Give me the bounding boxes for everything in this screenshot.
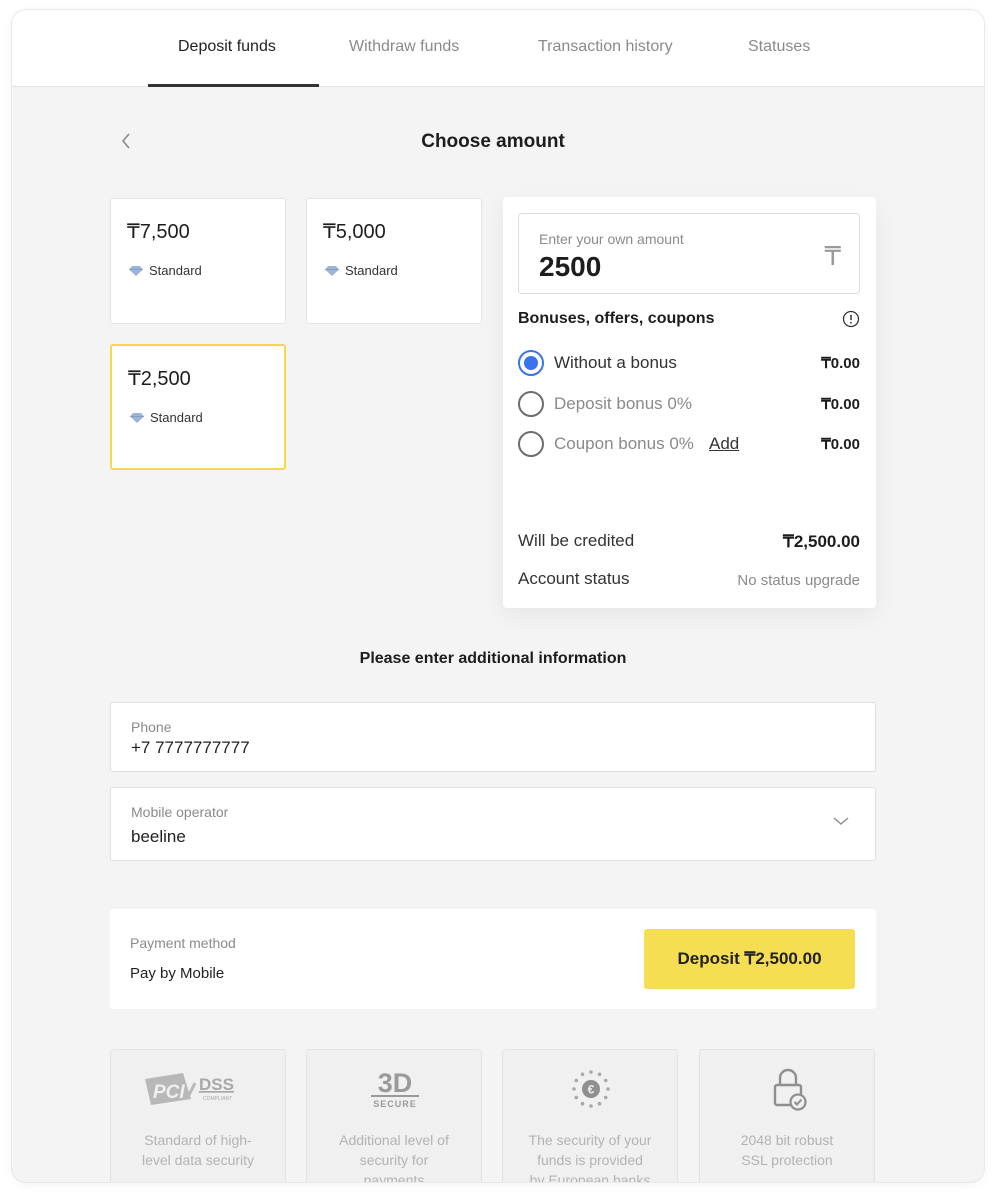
svg-text:€: € [588, 1083, 595, 1097]
tier-label: Standard [345, 263, 398, 278]
payment-method-label: Payment method [130, 935, 236, 951]
credited-label: Will be credited [518, 531, 635, 550]
amount-option-2500[interactable]: ₸2,500 Standard [110, 344, 286, 470]
own-amount-value[interactable]: 2500 [539, 251, 601, 283]
caption-line: Standard of high- [144, 1132, 252, 1148]
security-card-euro: € The security of your funds is provided… [502, 1049, 678, 1182]
amount-summary-panel: Enter your own amount 2500 ₸ Bonuses, of… [503, 197, 876, 608]
tier-label: Standard [150, 410, 203, 425]
bonus-option-deposit[interactable]: Deposit bonus 0% ₸0.00 [518, 391, 860, 417]
bonus-option-label: Coupon bonus 0% [554, 434, 694, 453]
bonus-option-amount: ₸0.00 [821, 436, 860, 453]
credited-row: Will be credited ₸2,500.00 [518, 531, 860, 555]
caption-line: Additional level of [339, 1132, 449, 1148]
security-caption: Additional level of security for payment… [317, 1130, 471, 1182]
amount-value: ₸7,500 [127, 221, 190, 243]
info-icon[interactable] [842, 310, 860, 328]
phone-value[interactable]: +7 7777777777 [131, 738, 250, 758]
bonus-option-coupon[interactable]: Coupon bonus 0% Add ₸0.00 [518, 431, 860, 457]
deposit-page: Deposit funds Withdraw funds Transaction… [12, 10, 984, 1182]
bonus-option-label: Deposit bonus 0% [554, 394, 692, 413]
caption-line: level data security [141, 1152, 255, 1168]
caption-line: The security of your [528, 1132, 652, 1148]
tab-transaction-history[interactable]: Transaction history [538, 38, 673, 56]
amount-value: ₸5,000 [323, 221, 386, 243]
tab-statuses[interactable]: Statuses [748, 38, 810, 56]
page-title: Choose amount [421, 131, 565, 152]
tab-bar: Deposit funds Withdraw funds Transaction… [12, 10, 984, 87]
tab-deposit-funds[interactable]: Deposit funds [178, 38, 276, 56]
svg-text:SECURE: SECURE [373, 1099, 417, 1109]
chevron-down-icon[interactable] [833, 816, 849, 826]
diamond-icon [325, 265, 339, 276]
security-card-pci: PCI DSS COMPLIANT Standard of high- leve… [110, 1049, 286, 1182]
security-card-3d: 3D SECURE Additional level of security f… [306, 1049, 482, 1182]
own-amount-label: Enter your own amount [539, 231, 684, 247]
tier-badge: Standard [325, 263, 398, 278]
account-status-label: Account status [518, 569, 630, 588]
caption-line: security for [359, 1152, 429, 1168]
security-card-ssl: 2048 bit robust SSL protection [699, 1049, 875, 1182]
svg-text:DSS: DSS [199, 1075, 234, 1094]
account-status-value: No status upgrade [737, 572, 860, 589]
radio-button[interactable] [518, 391, 544, 417]
mobile-operator-select[interactable]: Mobile operator beeline [110, 787, 876, 861]
security-caption: 2048 bit robust SSL protection [710, 1130, 864, 1170]
bonus-option-amount: ₸0.00 [821, 355, 860, 372]
caption-line: by European banks [529, 1172, 651, 1182]
tier-badge: Standard [130, 410, 203, 425]
phone-field[interactable]: Phone +7 7777777777 [110, 702, 876, 772]
svg-text:3D: 3D [378, 1068, 413, 1098]
active-tab-indicator [148, 84, 319, 87]
caption-line: funds is provided [537, 1152, 643, 1168]
svg-text:PCI: PCI [153, 1082, 185, 1103]
security-caption: The security of your funds is provided b… [513, 1130, 667, 1182]
caption-line: 2048 bit robust [740, 1132, 834, 1148]
bonus-option-label: Without a bonus [554, 353, 677, 372]
bonuses-heading: Bonuses, offers, coupons [518, 310, 715, 327]
credited-value: ₸2,500.00 [783, 532, 860, 551]
svg-text:COMPLIANT: COMPLIANT [203, 1096, 232, 1102]
own-amount-input[interactable]: Enter your own amount 2500 ₸ [518, 213, 860, 294]
mobile-operator-value: beeline [131, 827, 186, 846]
tenge-currency-icon: ₸ [824, 241, 841, 271]
phone-label: Phone [131, 719, 172, 735]
deposit-button[interactable]: Deposit ₸2,500.00 [644, 929, 855, 989]
radio-button[interactable] [518, 350, 544, 376]
mobile-operator-label: Mobile operator [131, 804, 229, 820]
diamond-icon [129, 265, 143, 276]
tier-badge: Standard [129, 263, 202, 278]
bonus-option-none[interactable]: Without a bonus ₸0.00 [518, 350, 860, 376]
additional-info-heading: Please enter additional information [359, 650, 627, 667]
payment-panel: Payment method Pay by Mobile Deposit ₸2,… [110, 909, 876, 1009]
bonus-option-amount: ₸0.00 [821, 396, 860, 413]
add-coupon-link[interactable]: Add [709, 434, 739, 454]
tab-withdraw-funds[interactable]: Withdraw funds [349, 38, 459, 56]
account-status-row: Account status No status upgrade [518, 569, 860, 593]
pci-dss-logo: PCI DSS COMPLIANT [111, 1064, 287, 1114]
amount-option-5000[interactable]: ₸5,000 Standard [306, 198, 482, 324]
lock-check-icon [700, 1064, 876, 1114]
diamond-icon [130, 412, 144, 423]
caption-line: SSL protection [741, 1152, 833, 1168]
amount-value: ₸2,500 [128, 368, 191, 390]
caption-line: payments [363, 1172, 425, 1182]
security-caption: Standard of high- level data security [121, 1130, 275, 1170]
radio-button[interactable] [518, 431, 544, 457]
payment-method-value: Pay by Mobile [130, 965, 225, 982]
amount-option-7500[interactable]: ₸7,500 Standard [110, 198, 286, 324]
euro-stars-icon: € [503, 1064, 679, 1114]
tier-label: Standard [149, 263, 202, 278]
3d-secure-logo: 3D SECURE [307, 1064, 483, 1114]
